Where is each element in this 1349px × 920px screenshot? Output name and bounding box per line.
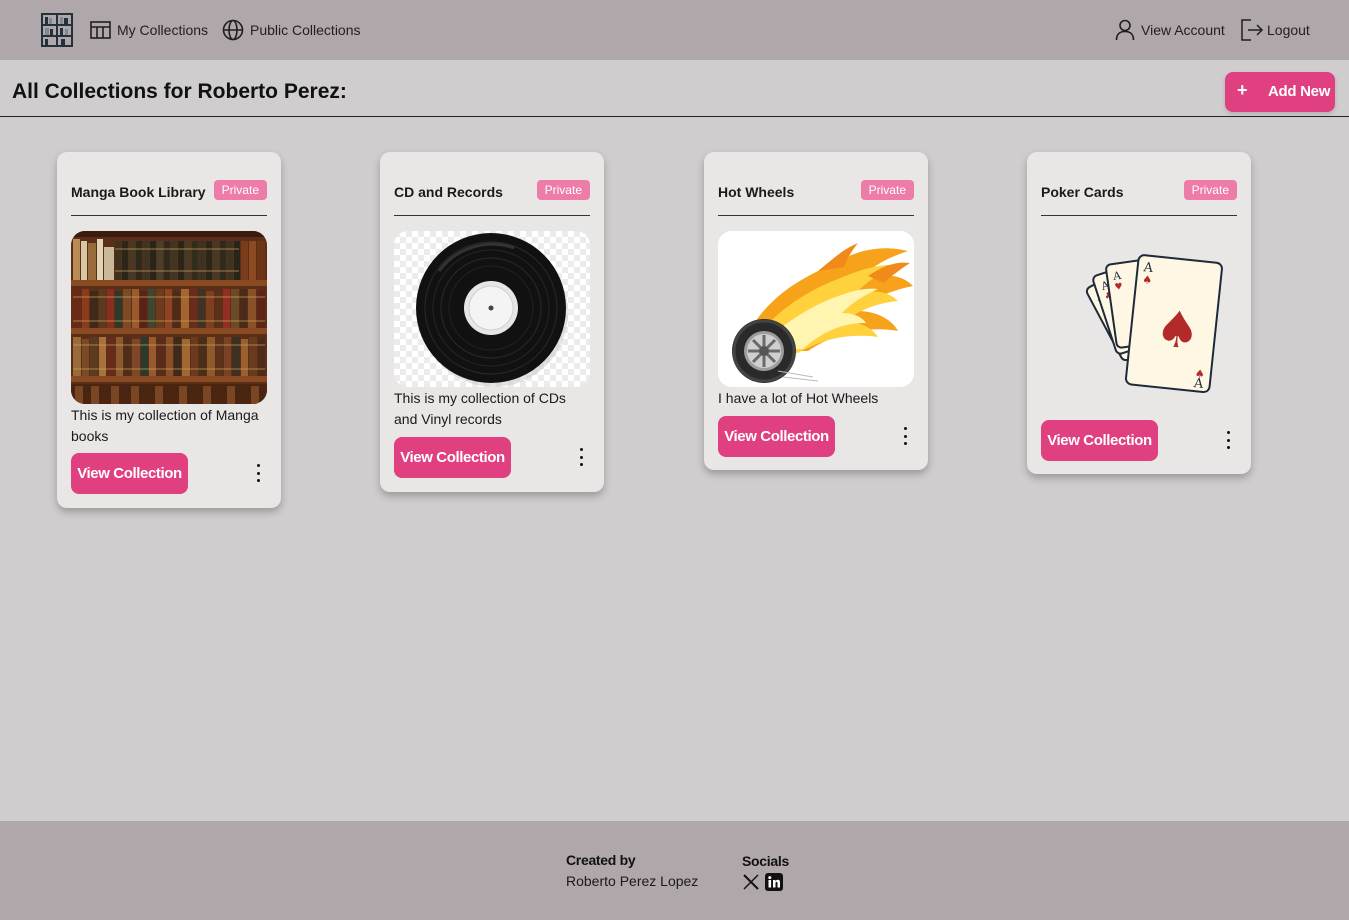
linkedin-icon[interactable] [765,873,783,891]
globe-icon [222,19,244,41]
top-navbar: My Collections Public Collections View A… [0,0,1349,60]
flaming-wheel-image [718,231,914,387]
collection-title: Hot Wheels [718,184,795,200]
nav-public-collections-label: Public Collections [250,22,361,38]
visibility-badge: Private [536,180,590,200]
bookshelf-image [71,231,267,404]
nav-view-account[interactable]: View Account [1115,17,1225,43]
collection-description: I have a lot of Hot Wheels [718,390,879,406]
plus-icon: + [1237,80,1248,100]
card-divider [71,215,267,216]
user-icon [1115,19,1135,41]
page-title: All Collections for Roberto Perez: [12,80,347,103]
visibility-badge: Private [1183,180,1237,200]
view-collection-button[interactable]: View Collection [718,416,835,457]
x-icon[interactable] [742,873,760,891]
more-options-icon[interactable] [576,448,586,466]
add-new-button[interactable]: + Add New [1225,72,1335,112]
svg-text:♠: ♠ [1152,299,1203,361]
visibility-badge: Private [860,180,914,200]
visibility-badge: Private [213,180,267,200]
collection-grid-icon [90,21,111,39]
nav-logout[interactable]: Logout [1240,17,1310,43]
add-new-label: Add New [1268,83,1331,100]
socials-heading: Socials [742,853,789,869]
footer: Created by Roberto Perez Lopez Socials [0,821,1349,920]
collection-card: Hot Wheels Private I have a lot of Hot W… [704,152,928,470]
view-collection-button[interactable]: View Collection [71,453,188,494]
more-options-icon[interactable] [900,427,910,445]
collection-title: Poker Cards [1041,184,1124,200]
page-header: All Collections for Roberto Perez: + Add… [0,60,1349,117]
vinyl-record-image [394,231,590,387]
collection-card: Manga Book Library Private This is my co… [57,152,281,508]
created-by-name: Roberto Perez Lopez [566,873,699,889]
collection-description: This is my collection of CDs and Vinyl r… [394,390,566,427]
created-by-heading: Created by [566,852,636,868]
svg-text:♥: ♥ [1114,282,1123,293]
playing-cards-image: A ♦ A ♣ A ♥ A ♠ ♠ ♠ [1041,231,1237,409]
collection-card: Poker Cards Private A ♦ A ♣ A ♥ [1027,152,1251,474]
collection-title: Manga Book Library [71,184,206,200]
view-collection-button[interactable]: View Collection [394,437,511,478]
bookshelf-logo-icon[interactable] [41,13,73,47]
more-options-icon[interactable] [253,464,263,482]
collection-title: CD and Records [394,184,503,200]
nav-public-collections[interactable]: Public Collections [222,17,361,43]
card-divider [718,215,914,216]
svg-text:♠: ♠ [1142,273,1153,287]
more-options-icon[interactable] [1223,431,1233,449]
view-collection-button[interactable]: View Collection [1041,420,1158,461]
logout-icon [1240,18,1264,42]
nav-my-collections[interactable]: My Collections [90,17,208,43]
nav-view-account-label: View Account [1141,22,1225,38]
card-divider [1041,215,1237,216]
collection-description: This is my collection of Manga books [71,407,259,444]
collection-card: CD and Records Private This is my collec… [380,152,604,492]
card-divider [394,215,590,216]
nav-my-collections-label: My Collections [117,22,209,38]
nav-logout-label: Logout [1267,22,1310,38]
